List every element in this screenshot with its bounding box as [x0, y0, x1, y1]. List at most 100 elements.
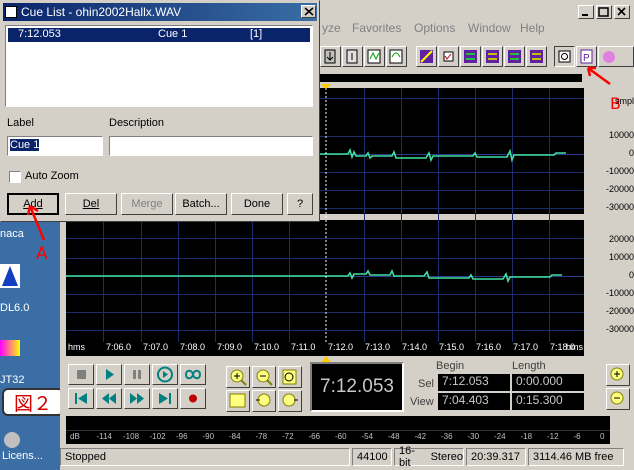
y-tick: -30000: [605, 324, 634, 334]
help-button[interactable]: ?: [287, 193, 313, 215]
vertical-zoom-in-icon[interactable]: [606, 364, 630, 386]
y-tick: 10000: [608, 252, 634, 262]
sel-length-value: 0:00.000: [516, 374, 563, 388]
track-view-icon[interactable]: [460, 46, 481, 67]
loop-button[interactable]: [180, 364, 206, 385]
desktop-icon-label: naca: [0, 228, 24, 240]
merge-button[interactable]: Merge: [121, 193, 173, 215]
desktop-app-icon[interactable]: [0, 264, 20, 288]
x-tick: 7:15.0: [439, 342, 465, 352]
dialog-close-button[interactable]: [301, 5, 316, 18]
checkbox-tool-icon[interactable]: [438, 46, 459, 67]
view-length-value: 0:15.300: [516, 393, 563, 407]
list-item[interactable]: 7:12.053 Cue 1 [1]: [8, 28, 310, 42]
sel-begin-field[interactable]: 7:12.053: [438, 374, 510, 391]
goto-end-button[interactable]: [152, 388, 178, 409]
minimize-button[interactable]: [578, 5, 594, 19]
effect-icon[interactable]: [342, 46, 363, 67]
zoom-in-icon[interactable]: [226, 366, 250, 388]
batch-button[interactable]: Batch...: [175, 193, 227, 215]
desktop-app-icon[interactable]: [0, 340, 20, 356]
sel-begin-value: 7:12.053: [442, 374, 489, 388]
label-input-value: Cue 1: [10, 139, 40, 151]
level-meter-label: -66: [308, 432, 321, 441]
help-button-label: ?: [296, 198, 304, 210]
level-meter-label: -108: [123, 432, 140, 441]
track-view-icon[interactable]: [504, 46, 525, 67]
fast-forward-button[interactable]: [124, 388, 150, 409]
zoom-full-icon[interactable]: [278, 366, 302, 388]
menu-favorites[interactable]: Favorites: [352, 21, 401, 35]
status-bits-text: 16-bit: [399, 445, 415, 469]
rewind-button[interactable]: [96, 388, 122, 409]
menu-window[interactable]: Window: [468, 21, 511, 35]
level-meter-label: -36: [441, 432, 453, 441]
level-meter-label: -18: [520, 432, 533, 441]
effect-icon[interactable]: [416, 46, 437, 67]
status-rate: 44100: [352, 448, 392, 466]
del-button[interactable]: Del: [65, 193, 117, 215]
y-tick: -20000: [605, 184, 634, 194]
effect-icon[interactable]: [386, 46, 407, 67]
maximize-button[interactable]: [596, 5, 612, 19]
x-axis-unit-right: hms: [566, 342, 584, 352]
dialog-title-bar[interactable]: Cue List - ohin2002Hallx.WAV: [3, 3, 317, 21]
cue-listbox[interactable]: 7:12.053 Cue 1 [1]: [5, 25, 313, 107]
y-tick: 20000: [608, 234, 634, 244]
track-view-icon[interactable]: [482, 46, 503, 67]
play-button[interactable]: [96, 364, 122, 385]
cue-list-dialog: Cue List - ohin2002Hallx.WAV 7:12.053 Cu…: [0, 0, 320, 222]
level-meter-bar: [66, 418, 610, 431]
desktop-icon-label: DL6.0: [0, 302, 30, 314]
dialog-app-icon: [5, 6, 17, 18]
x-tick: 7:06.0: [106, 342, 132, 352]
menu-analyze[interactable]: yze: [322, 21, 341, 35]
pause-button[interactable]: [124, 364, 150, 385]
level-meter-label: -24: [494, 432, 506, 441]
zoom-selection-icon[interactable]: [226, 390, 250, 412]
vertical-zoom-out-icon[interactable]: [606, 388, 630, 410]
record-button[interactable]: [180, 388, 206, 409]
effect-icon[interactable]: [320, 46, 341, 67]
zoom-right-icon[interactable]: [278, 390, 302, 412]
batch-button-label: Batch...: [182, 198, 220, 210]
close-button[interactable]: [614, 5, 630, 19]
status-free: 3114.46 MB free: [528, 448, 624, 466]
label-input[interactable]: Cue 1: [7, 136, 103, 156]
track-view-icon[interactable]: [526, 46, 547, 67]
menu-options[interactable]: Options: [414, 21, 455, 35]
done-button[interactable]: Done: [231, 193, 283, 215]
status-duration-text: 20:39.317: [471, 451, 520, 463]
annotation-arrow-a: [26, 204, 46, 241]
desktop-app-icon[interactable]: [4, 432, 20, 448]
menu-help[interactable]: Help: [520, 21, 545, 35]
x-tick: 7:09.0: [217, 342, 243, 352]
x-tick: 7:16.0: [476, 342, 502, 352]
view-begin-field[interactable]: 7:04.403: [438, 393, 510, 410]
y-tick: 0: [628, 270, 634, 280]
y-tick: -10000: [605, 166, 634, 176]
autozoom-checkbox[interactable]: [9, 171, 21, 183]
zoom-left-icon[interactable]: [252, 390, 276, 412]
figure-annotation-text: 図２: [13, 392, 52, 415]
y-tick: -30000: [605, 202, 634, 212]
annotation-arrow-b: [586, 66, 611, 86]
cue-list-icon[interactable]: [554, 46, 575, 67]
selection-panel: Begin Length Sel View 7:12.053 0:00.000 …: [408, 360, 588, 412]
desktop-icon-label: Licens...: [2, 450, 43, 462]
level-meter-label: -30: [467, 432, 480, 441]
status-format: 16-bit Stereo: [394, 445, 464, 469]
stop-button[interactable]: [68, 364, 94, 385]
figure-annotation: 図２: [2, 388, 64, 416]
label-caption: Label: [7, 117, 34, 129]
description-input[interactable]: [109, 136, 313, 156]
x-tick: 7:10.0: [254, 342, 280, 352]
annotation-label-a: A: [36, 244, 48, 264]
sel-length-field[interactable]: 0:00.000: [512, 374, 584, 391]
zoom-out-icon[interactable]: [252, 366, 276, 388]
effect-icon[interactable]: [364, 46, 385, 67]
time-display-value: 7:12.053: [320, 376, 394, 397]
goto-start-button[interactable]: [68, 388, 94, 409]
play-to-end-button[interactable]: [152, 364, 178, 385]
view-length-field[interactable]: 0:15.300: [512, 393, 584, 410]
